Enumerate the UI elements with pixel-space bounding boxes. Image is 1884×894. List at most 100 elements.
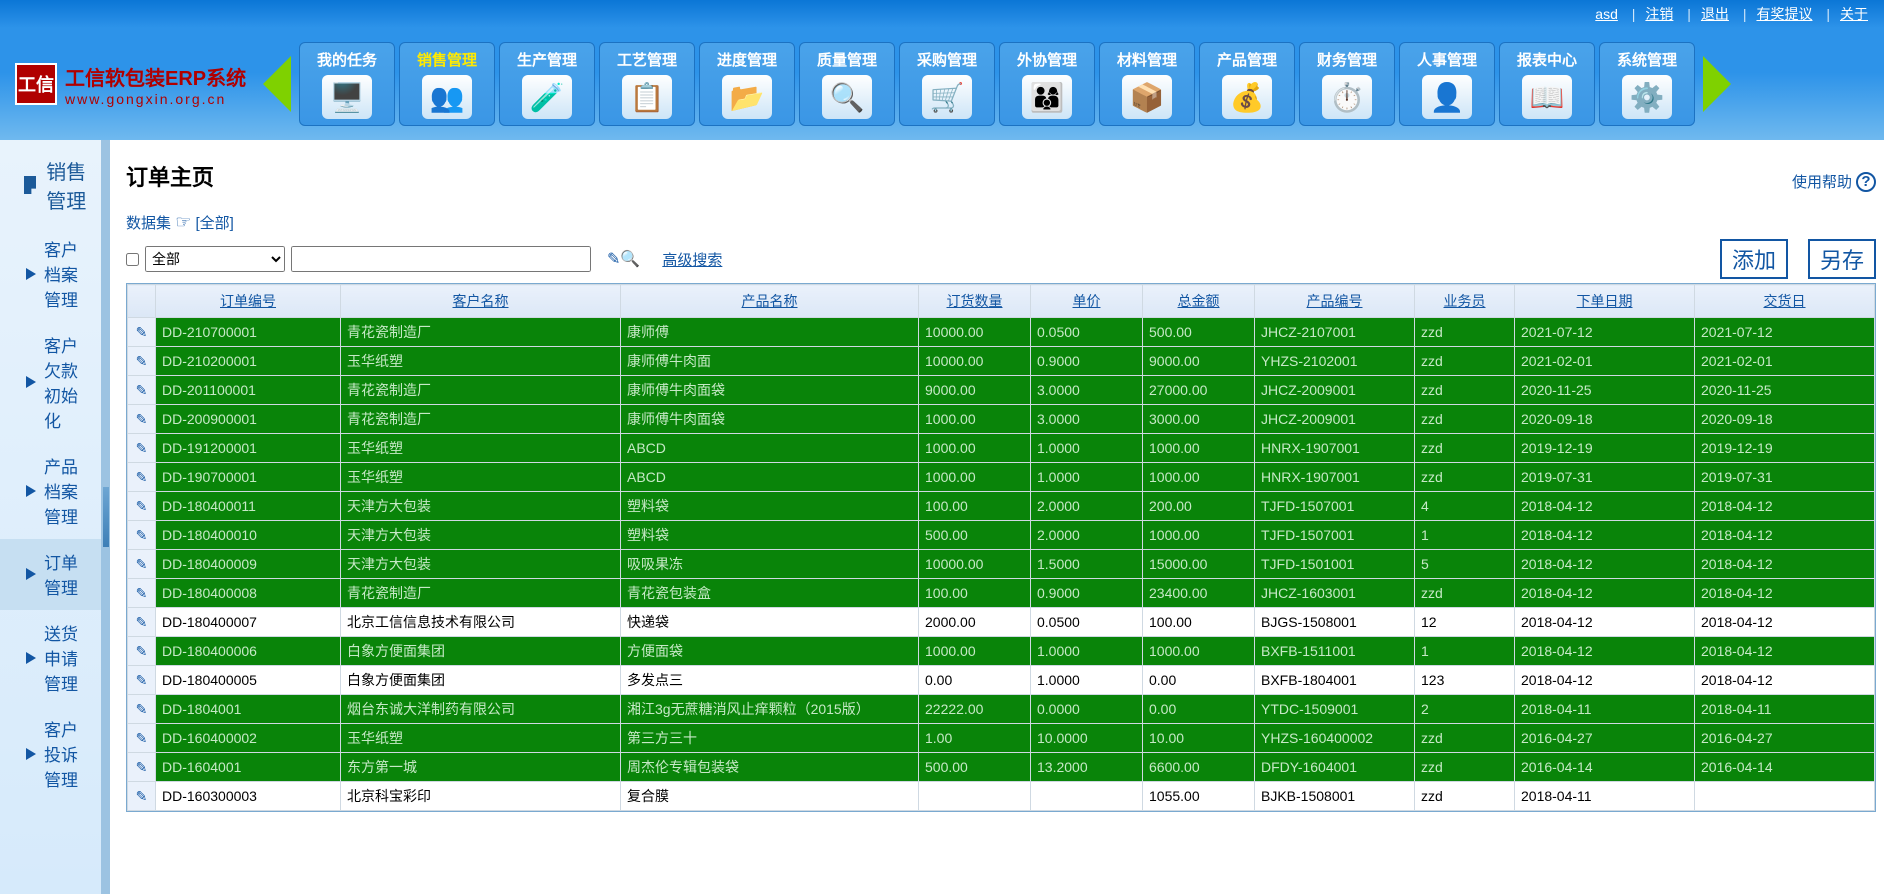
table-row[interactable]: ✎DD-1604001东方第一城周杰伦专辑包装袋500.0013.2000660… xyxy=(128,753,1875,782)
row-edit-cell[interactable]: ✎ xyxy=(128,753,156,782)
table-row[interactable]: ✎DD-180400005白象方便面集团多发点三0.001.00000.00BX… xyxy=(128,666,1875,695)
table-row[interactable]: ✎DD-180400006白象方便面集团方便面袋1000.001.0000100… xyxy=(128,637,1875,666)
row-edit-cell[interactable]: ✎ xyxy=(128,318,156,347)
col-header-4[interactable]: 单价 xyxy=(1031,285,1143,318)
table-row[interactable]: ✎DD-180400008青花瓷制造厂青花瓷包装盒100.000.9000234… xyxy=(128,579,1875,608)
dataset-indicator[interactable]: 数据集 ☞ [全部] xyxy=(126,212,1876,233)
row-edit-cell[interactable]: ✎ xyxy=(128,637,156,666)
table-row[interactable]: ✎DD-1804001烟台东诚大洋制药有限公司湘江3g无蔗糖消风止痒颗粒（201… xyxy=(128,695,1875,724)
sidebar-item-0[interactable]: 客户档案管理 xyxy=(0,226,101,322)
col-header-0[interactable]: 订单编号 xyxy=(156,285,341,318)
row-edit-cell[interactable]: ✎ xyxy=(128,492,156,521)
filter-checkbox[interactable] xyxy=(126,253,139,266)
row-edit-cell[interactable]: ✎ xyxy=(128,608,156,637)
row-edit-cell[interactable]: ✎ xyxy=(128,521,156,550)
nav-next-icon[interactable] xyxy=(1703,56,1731,112)
sidebar-item-3[interactable]: 订单管理 xyxy=(0,539,101,610)
sidebar-item-1[interactable]: 客户欠款初始化 xyxy=(0,322,101,443)
nav-3[interactable]: 工艺管理📋 xyxy=(599,42,695,126)
row-edit-cell[interactable]: ✎ xyxy=(128,666,156,695)
cell: 1000.00 xyxy=(919,463,1031,492)
cell: DD-190700001 xyxy=(156,463,341,492)
cell: 2018-04-12 xyxy=(1515,637,1695,666)
cell: 康师傅牛肉面 xyxy=(621,347,919,376)
row-edit-cell[interactable]: ✎ xyxy=(128,695,156,724)
topbar: asd |注销 |退出 |有奖提议 |关于 xyxy=(0,0,1884,28)
cell: 100.00 xyxy=(919,579,1031,608)
col-header-9[interactable]: 交货日 xyxy=(1695,285,1875,318)
table-row[interactable]: ✎DD-190700001玉华纸塑ABCD1000.001.00001000.0… xyxy=(128,463,1875,492)
table-row[interactable]: ✎DD-180400009天津方大包装吸吸果冻10000.001.5000150… xyxy=(128,550,1875,579)
cell: 9000.00 xyxy=(919,376,1031,405)
cell: 塑料袋 xyxy=(621,492,919,521)
row-edit-cell[interactable]: ✎ xyxy=(128,434,156,463)
nav-label: 材料管理 xyxy=(1117,49,1177,69)
col-header-2[interactable]: 产品名称 xyxy=(621,285,919,318)
edit-search-icon[interactable]: ✎🔍 xyxy=(607,249,640,269)
col-header-5[interactable]: 总金额 xyxy=(1143,285,1255,318)
nav-9[interactable]: 产品管理💰 xyxy=(1199,42,1295,126)
nav-1[interactable]: 销售管理👥 xyxy=(399,42,495,126)
table-row[interactable]: ✎DD-180400011天津方大包装塑料袋100.002.0000200.00… xyxy=(128,492,1875,521)
table-row[interactable]: ✎DD-201100001青花瓷制造厂康师傅牛肉面袋9000.003.00002… xyxy=(128,376,1875,405)
table-row[interactable]: ✎DD-180400007北京工信信息技术有限公司快递袋2000.000.050… xyxy=(128,608,1875,637)
table-row[interactable]: ✎DD-191200001玉华纸塑ABCD1000.001.00001000.0… xyxy=(128,434,1875,463)
sidebar-item-4[interactable]: 送货申请管理 xyxy=(0,610,101,706)
about-link[interactable]: 关于 xyxy=(1840,6,1868,22)
nav-icon: 📋 xyxy=(622,75,672,119)
table-row[interactable]: ✎DD-180400010天津方大包装塑料袋500.002.00001000.0… xyxy=(128,521,1875,550)
save-as-button[interactable]: 另存 xyxy=(1808,239,1876,279)
nav-2[interactable]: 生产管理🧪 xyxy=(499,42,595,126)
col-header-6[interactable]: 产品编号 xyxy=(1255,285,1415,318)
filter-input[interactable] xyxy=(291,246,591,272)
row-edit-cell[interactable]: ✎ xyxy=(128,376,156,405)
nav-12[interactable]: 报表中心📖 xyxy=(1499,42,1595,126)
advanced-search-link[interactable]: 高级搜索 xyxy=(662,249,722,270)
nav-icon: 👨‍👩‍👦 xyxy=(1022,75,1072,119)
nav-10[interactable]: 财务管理⏱️ xyxy=(1299,42,1395,126)
nav-13[interactable]: 系统管理⚙️ xyxy=(1599,42,1695,126)
col-header-8[interactable]: 下单日期 xyxy=(1515,285,1695,318)
row-edit-cell[interactable]: ✎ xyxy=(128,463,156,492)
filter-select[interactable]: 全部 xyxy=(145,246,285,272)
logout-link[interactable]: 注销 xyxy=(1645,6,1673,22)
add-button[interactable]: 添加 xyxy=(1720,239,1788,279)
sidebar-item-2[interactable]: 产品档案管理 xyxy=(0,443,101,539)
sidebar-item-5[interactable]: 客户投诉管理 xyxy=(0,706,101,802)
arrow-icon xyxy=(26,376,36,388)
col-header-7[interactable]: 业务员 xyxy=(1415,285,1515,318)
nav-4[interactable]: 进度管理📂 xyxy=(699,42,795,126)
nav-7[interactable]: 外协管理👨‍👩‍👦 xyxy=(999,42,1095,126)
row-edit-cell[interactable]: ✎ xyxy=(128,405,156,434)
table-row[interactable]: ✎DD-160400002玉华纸塑第三方三十1.0010.000010.00YH… xyxy=(128,724,1875,753)
row-edit-cell[interactable]: ✎ xyxy=(128,724,156,753)
table-row[interactable]: ✎DD-210200001玉华纸塑康师傅牛肉面10000.000.9000900… xyxy=(128,347,1875,376)
col-header-3[interactable]: 订货数量 xyxy=(919,285,1031,318)
pencil-icon: ✎ xyxy=(136,730,148,746)
cell: 天津方大包装 xyxy=(341,521,621,550)
col-header-1[interactable]: 客户名称 xyxy=(341,285,621,318)
suggest-link[interactable]: 有奖提议 xyxy=(1756,6,1812,22)
user-link[interactable]: asd xyxy=(1595,6,1618,22)
nav-label: 人事管理 xyxy=(1417,49,1477,69)
row-edit-cell[interactable]: ✎ xyxy=(128,579,156,608)
table-row[interactable]: ✎DD-200900001青花瓷制造厂康师傅牛肉面袋1000.003.00003… xyxy=(128,405,1875,434)
nav-prev-icon[interactable] xyxy=(263,56,291,112)
row-edit-cell[interactable]: ✎ xyxy=(128,347,156,376)
nav-11[interactable]: 人事管理👤 xyxy=(1399,42,1495,126)
table-row[interactable]: ✎DD-210700001青花瓷制造厂康师傅10000.000.0500500.… xyxy=(128,318,1875,347)
cell: 1.0000 xyxy=(1031,463,1143,492)
splitter[interactable] xyxy=(102,140,110,894)
nav-0[interactable]: 我的任务🖥️ xyxy=(299,42,395,126)
nav-icon: 🔍 xyxy=(822,75,872,119)
nav-8[interactable]: 材料管理📦 xyxy=(1099,42,1195,126)
nav-label: 财务管理 xyxy=(1317,49,1377,69)
row-edit-cell[interactable]: ✎ xyxy=(128,782,156,811)
table-row[interactable]: ✎DD-160300003北京科宝彩印复合膜1055.00BJKB-150800… xyxy=(128,782,1875,811)
help-link[interactable]: 使用帮助 ? xyxy=(1792,171,1876,192)
nav-6[interactable]: 采购管理🛒 xyxy=(899,42,995,126)
cell: 2021-02-01 xyxy=(1695,347,1875,376)
exit-link[interactable]: 退出 xyxy=(1701,6,1729,22)
nav-5[interactable]: 质量管理🔍 xyxy=(799,42,895,126)
row-edit-cell[interactable]: ✎ xyxy=(128,550,156,579)
